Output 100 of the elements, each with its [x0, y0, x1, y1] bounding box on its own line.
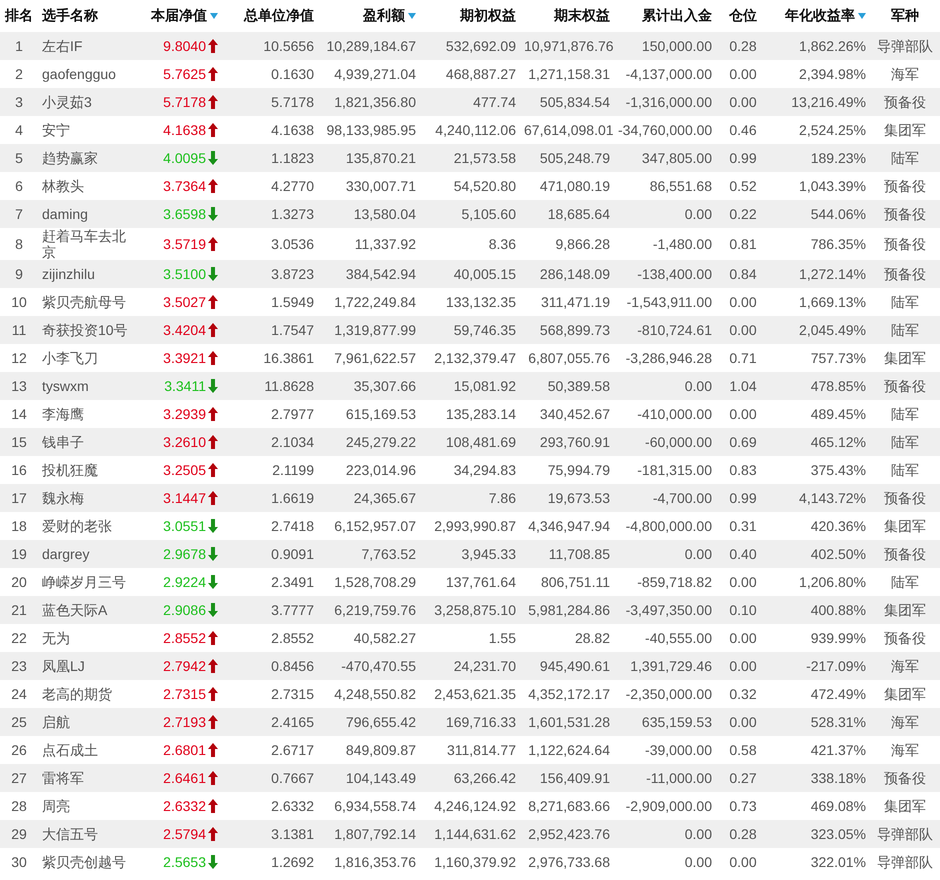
table-cell: 108,481.69	[446, 434, 516, 450]
table-cell: 330,007.71	[346, 178, 416, 194]
table-cell: 8,271,683.66	[528, 798, 610, 814]
rank-cell: 10	[11, 294, 27, 310]
net-value: 2.7942	[163, 658, 206, 674]
table-cell: 1,160,379.92	[434, 854, 516, 870]
table-cell: -1,543,911.00	[626, 294, 712, 310]
net-value: 2.6801	[163, 742, 206, 758]
table-cell: -4,800,000.00	[626, 518, 712, 534]
net-value: 3.5027	[163, 294, 206, 310]
player-name-cell: 魏永梅	[42, 490, 84, 506]
rank-cell: 18	[11, 518, 27, 534]
net-value: 2.7315	[163, 686, 206, 702]
table-cell: 集团军	[884, 686, 926, 702]
net-value: 3.5719	[163, 236, 206, 252]
net-value: 5.7178	[163, 94, 206, 110]
table-cell: 0.28	[729, 826, 757, 842]
table-cell: 104,143.49	[346, 770, 416, 786]
rank-cell: 5	[15, 150, 23, 166]
table-cell: 420.36%	[810, 518, 866, 534]
table-cell: 4,246,124.92	[434, 798, 516, 814]
table-cell: 0.99	[729, 490, 757, 506]
table-cell: 189.23%	[810, 150, 866, 166]
net-value: 2.5653	[163, 854, 206, 870]
table-cell: 786.35%	[810, 236, 866, 252]
table-cell: 0.8456	[271, 658, 314, 674]
table-cell: 0.46	[729, 122, 757, 138]
player-name-cell: 点石成土	[42, 742, 98, 758]
table-cell: 50,389.58	[548, 378, 610, 394]
table-cell: 集团军	[884, 350, 926, 366]
table-cell: 133,132.35	[446, 294, 516, 310]
table-cell: -410,000.00	[637, 406, 712, 422]
sort-icon	[408, 13, 416, 19]
table-cell: 384,542.94	[346, 266, 416, 282]
rank-cell: 1	[15, 38, 23, 54]
table-cell: 4,939,271.04	[334, 66, 416, 82]
column-header[interactable]: 年化收益率	[785, 7, 866, 25]
table-cell: 2,132,379.47	[434, 350, 516, 366]
table-cell: 757.73%	[810, 350, 866, 366]
table-cell: 1.2692	[271, 854, 314, 870]
rank-cell: 11	[12, 322, 26, 338]
table-cell: 10,289,184.67	[326, 38, 416, 54]
table-cell: 1,862.26%	[799, 38, 866, 54]
rank-cell: 27	[11, 770, 27, 786]
sort-icon	[210, 13, 218, 19]
table-cell: 59,746.35	[454, 322, 516, 338]
table-cell: 18,685.64	[548, 206, 610, 222]
table-cell: -138,400.00	[637, 266, 712, 282]
table-cell: 集团军	[884, 122, 926, 138]
table-cell: 1.55	[488, 630, 516, 646]
rank-cell: 20	[11, 574, 27, 590]
table-cell: 635,159.53	[642, 714, 712, 730]
table-cell: 海军	[891, 66, 919, 82]
table-cell: 海军	[891, 714, 919, 730]
table-cell: 预备役	[884, 490, 926, 506]
table-cell: 505,248.79	[540, 150, 610, 166]
table-cell: -3,497,350.00	[626, 602, 712, 618]
player-name-cell: gaofengguo	[42, 66, 116, 82]
table-cell: 2.6717	[271, 742, 314, 758]
rank-cell: 17	[11, 490, 27, 506]
table-cell: 预备役	[884, 546, 926, 562]
table-cell: 28.82	[574, 630, 610, 646]
table-cell: 347,805.00	[642, 150, 712, 166]
table-cell: 2.4165	[271, 714, 314, 730]
sort-icon	[858, 13, 866, 19]
net-value: 3.3411	[164, 378, 206, 394]
player-name-cell: 林教头	[42, 178, 84, 194]
player-name-cell: 蓝色天际A	[42, 602, 108, 618]
column-header[interactable]: 本届净值	[151, 7, 218, 25]
table-cell: 939.99%	[810, 630, 866, 646]
table-cell: 7,763.52	[362, 546, 416, 562]
table-cell: 9,866.28	[556, 236, 610, 252]
table-cell: 10,971,876.76	[524, 38, 614, 54]
table-cell: 0.31	[729, 518, 757, 534]
player-name-cell: 爱财的老张	[42, 518, 112, 534]
net-value: 2.9224	[163, 574, 206, 590]
table-cell: 1.6619	[271, 490, 314, 506]
table-cell: 1,122,624.64	[528, 742, 610, 758]
column-header[interactable]: 盈利额	[363, 7, 416, 25]
table-cell: -60,000.00	[645, 434, 712, 450]
column-header: 军种	[891, 7, 919, 25]
rank-cell: 24	[11, 686, 27, 702]
table-cell: 2.3491	[271, 574, 314, 590]
table-cell: 1,722,249.84	[334, 294, 416, 310]
player-name-cell: 峥嵘岁月三号	[42, 574, 126, 590]
table-cell: 13,216.49%	[791, 94, 866, 110]
table-cell: 陆军	[891, 150, 919, 166]
table-cell: 1,391,729.46	[630, 658, 712, 674]
table-cell: 1,144,631.62	[434, 826, 516, 842]
rank-cell: 30	[11, 854, 27, 870]
rank-cell: 15	[11, 434, 27, 450]
net-value: 3.4204	[163, 322, 206, 338]
player-name-cell: 无为	[42, 630, 70, 646]
rank-cell: 2	[15, 66, 23, 82]
table-cell: 340,452.67	[540, 406, 610, 422]
player-name-cell: 雷将军	[42, 770, 84, 786]
player-name-cell: 小李飞刀	[42, 350, 98, 366]
table-cell: 3.8723	[271, 266, 314, 282]
table-cell: 1,601,531.28	[528, 714, 610, 730]
table-cell: -217.09%	[806, 658, 866, 674]
